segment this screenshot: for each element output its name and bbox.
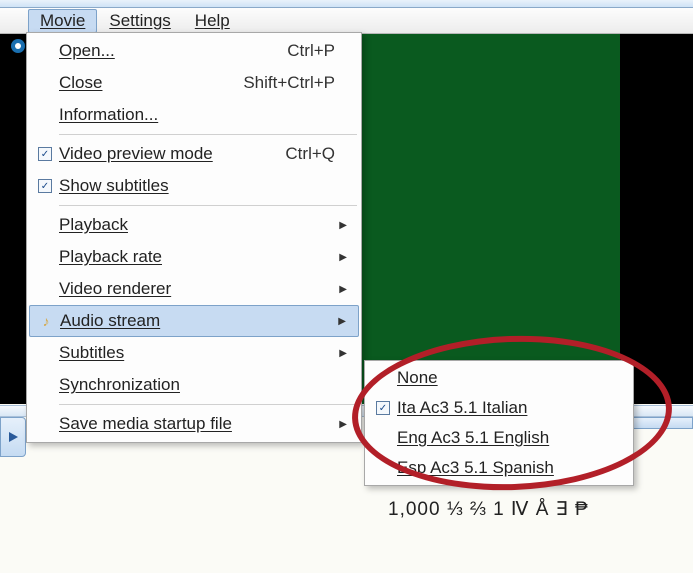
menu-shortcut: Ctrl+P	[287, 41, 335, 61]
menu-item-video-preview[interactable]: ✓ Video preview mode Ctrl+Q	[29, 138, 359, 170]
submenu-item-ita[interactable]: ✓ Ita Ac3 5.1 Italian	[367, 393, 631, 423]
menu-separator	[59, 404, 357, 405]
menu-label: Playback rate	[59, 247, 335, 267]
chevron-right-icon: ▶	[335, 284, 347, 295]
chevron-right-icon: ▶	[334, 316, 346, 327]
menu-label: Subtitles	[59, 343, 335, 363]
menubar: Movie Settings Help	[0, 8, 693, 34]
menu-label: Close	[59, 73, 231, 93]
menu-item-playback[interactable]: Playback ▶	[29, 209, 359, 241]
menu-label: Eng Ac3 5.1 English	[397, 428, 619, 448]
submenu-item-none[interactable]: None	[367, 363, 631, 393]
window-titlebar	[0, 0, 693, 8]
menu-label: Playback	[59, 215, 335, 235]
checkbox-icon: ✓	[31, 179, 59, 193]
menu-label: Show subtitles	[59, 176, 335, 196]
control-strip-right[interactable]	[633, 417, 693, 429]
menu-label: Save media startup file	[59, 414, 335, 434]
menu-item-information[interactable]: Information...	[29, 99, 359, 131]
menu-label: Ita Ac3 5.1 Italian	[397, 398, 619, 418]
menu-item-video-renderer[interactable]: Video renderer ▶	[29, 273, 359, 305]
submenu-item-eng[interactable]: Eng Ac3 5.1 English	[367, 423, 631, 453]
menu-shortcut: Ctrl+Q	[285, 144, 335, 164]
menu-separator	[59, 134, 357, 135]
menubar-item-movie[interactable]: Movie	[28, 9, 97, 33]
submenu-item-esp[interactable]: Esp Ac3 5.1 Spanish	[367, 453, 631, 483]
chevron-right-icon: ▶	[335, 419, 347, 430]
checkbox-icon: ✓	[369, 401, 397, 415]
menu-label: Open...	[59, 41, 275, 61]
play-button[interactable]	[0, 417, 26, 457]
menu-shortcut: Shift+Ctrl+P	[243, 73, 335, 93]
menu-item-audio-stream[interactable]: ♪ Audio stream ▶	[29, 305, 359, 337]
menu-label: None	[397, 368, 619, 388]
menu-label: Video preview mode	[59, 144, 273, 164]
chevron-right-icon: ▶	[335, 220, 347, 231]
menu-separator	[59, 205, 357, 206]
menu-item-subtitles[interactable]: Subtitles ▶	[29, 337, 359, 369]
checkbox-icon: ✓	[31, 147, 59, 161]
chevron-right-icon: ▶	[335, 348, 347, 359]
menu-item-save-media[interactable]: Save media startup file ▶	[29, 408, 359, 440]
menu-label: Synchronization	[59, 375, 335, 395]
video-frame	[360, 34, 620, 404]
movie-menu: Open... Ctrl+P Close Shift+Ctrl+P Inform…	[26, 32, 362, 443]
menu-item-synchronization[interactable]: Synchronization	[29, 369, 359, 401]
menu-item-close[interactable]: Close Shift+Ctrl+P	[29, 67, 359, 99]
menubar-item-help[interactable]: Help	[183, 9, 242, 33]
menubar-item-settings[interactable]: Settings	[97, 9, 182, 33]
menu-item-show-subtitles[interactable]: ✓ Show subtitles	[29, 170, 359, 202]
menu-item-open[interactable]: Open... Ctrl+P	[29, 35, 359, 67]
menu-label: Video renderer	[59, 279, 335, 299]
app-icon	[10, 38, 26, 54]
chevron-right-icon: ▶	[335, 252, 347, 263]
menu-item-playback-rate[interactable]: Playback rate ▶	[29, 241, 359, 273]
menu-label: Esp Ac3 5.1 Spanish	[397, 458, 619, 478]
audio-stream-submenu: None ✓ Ita Ac3 5.1 Italian Eng Ac3 5.1 E…	[364, 360, 634, 486]
sample-glyph-text: 1,000 ⅓ ⅔ 1 Ⅳ Å ∃ ₱	[388, 498, 589, 521]
menu-label: Audio stream	[60, 311, 334, 331]
music-note-icon: ♪	[32, 313, 60, 329]
menu-label: Information...	[59, 105, 335, 125]
